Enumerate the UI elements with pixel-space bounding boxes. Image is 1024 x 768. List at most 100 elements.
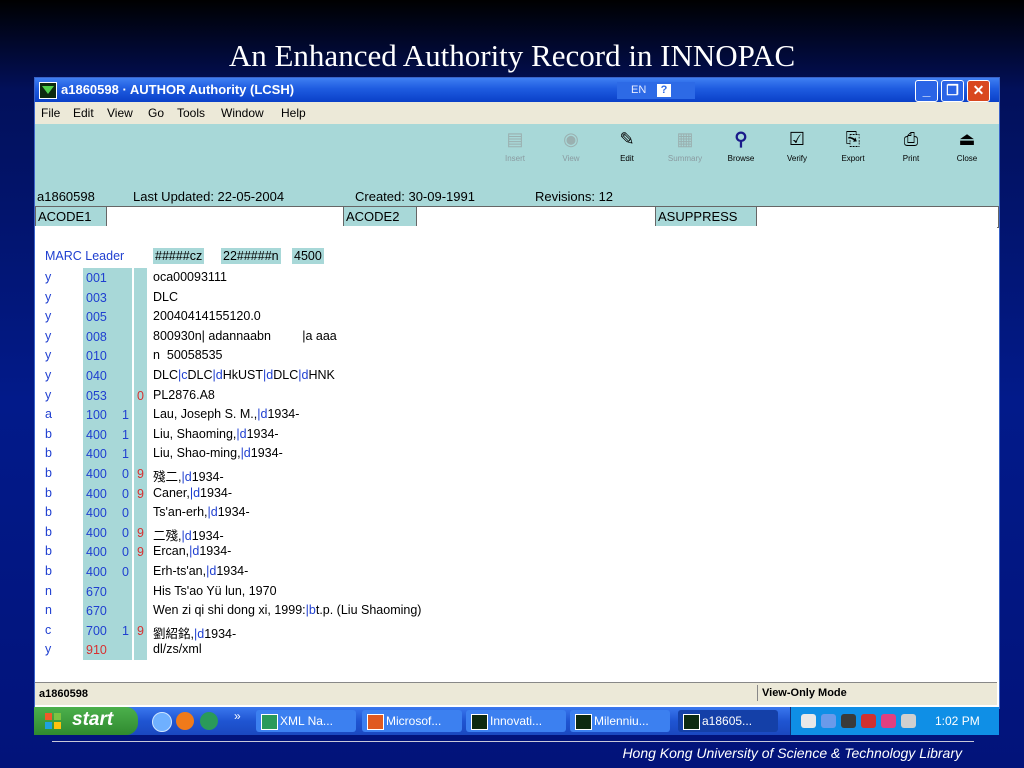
slide-title: An Enhanced Authority Record in INNOPAC bbox=[228, 38, 796, 73]
start-button[interactable]: start bbox=[34, 707, 138, 735]
view-icon: ◉ bbox=[563, 129, 579, 149]
marc-field-row[interactable]: y 001 oca00093111 bbox=[35, 268, 995, 288]
settings-icon[interactable] bbox=[841, 714, 856, 728]
volume-icon[interactable] bbox=[901, 714, 916, 728]
status-mode: View-Only Mode bbox=[757, 685, 998, 701]
field-tag: 053 bbox=[83, 385, 120, 406]
taskbar-task[interactable]: a18605... bbox=[678, 710, 778, 732]
marc-field-row[interactable]: a 100 1 Lau, Joseph S. M.,|d1934- bbox=[35, 405, 995, 425]
menu-edit[interactable]: Edit bbox=[73, 106, 94, 120]
indicator-2: 9 bbox=[134, 464, 147, 484]
minimize-button[interactable]: _ bbox=[915, 80, 938, 102]
indicator-2 bbox=[134, 405, 147, 425]
marc-field-row[interactable]: y 008 800930n| adannaabn |a aaa bbox=[35, 326, 995, 347]
summary-button[interactable]: ▦ Summary bbox=[661, 128, 709, 170]
edit-button[interactable]: ✎ Edit bbox=[603, 128, 651, 170]
browse-button[interactable]: ⚲ Browse bbox=[717, 128, 765, 170]
internet-explorer-icon[interactable] bbox=[152, 712, 172, 732]
help-icon[interactable]: ? bbox=[657, 84, 671, 97]
marc-field-row[interactable]: y 005 20040414155120.0 bbox=[35, 307, 995, 327]
field-data: Ercan,|d1934- bbox=[153, 544, 231, 558]
authority-window: a1860598 · AUTHOR Authority (LCSH) EN ? … bbox=[34, 77, 1000, 709]
status-record-id: a1860598 bbox=[39, 688, 88, 700]
indicator-2 bbox=[134, 366, 147, 386]
clock[interactable]: 1:02 PM bbox=[935, 714, 980, 728]
field-tag: 670 bbox=[83, 581, 120, 602]
export-button[interactable]: ⎘ Export bbox=[829, 128, 877, 170]
maximize-button[interactable]: ❐ bbox=[941, 80, 964, 102]
field-data: DLC bbox=[153, 290, 178, 304]
menu-view[interactable]: View bbox=[107, 106, 133, 120]
indicator-1: 1 bbox=[119, 620, 132, 641]
marc-field-row[interactable]: n 670 His Ts'ao Yü lun, 1970 bbox=[35, 581, 995, 602]
menu-file[interactable]: File bbox=[41, 106, 60, 120]
menu-tools[interactable]: Tools bbox=[177, 106, 205, 120]
field-data: Liu, Shaoming,|d1934- bbox=[153, 427, 279, 441]
marc-field-row[interactable]: b 400 1 Liu, Shaoming,|d1934- bbox=[35, 424, 995, 445]
indicator-1 bbox=[119, 581, 132, 602]
view-button[interactable]: ◉ View bbox=[547, 128, 595, 170]
quicklaunch-overflow-icon[interactable]: » bbox=[234, 709, 241, 723]
field-text: DLC bbox=[153, 289, 179, 304]
field-text: HkUST bbox=[222, 368, 264, 382]
marc-field-row[interactable]: b 400 0 Ts'an-erh,|d1934- bbox=[35, 503, 995, 523]
close-window-button[interactable]: ✕ bbox=[967, 80, 990, 102]
field-data: His Ts'ao Yü lun, 1970 bbox=[153, 584, 277, 598]
menu-window[interactable]: Window bbox=[221, 106, 264, 120]
marc-field-row[interactable]: b 400 0 Erh-ts'an,|d1934- bbox=[35, 562, 995, 582]
field-text: His Ts'ao Yü lun, 1970 bbox=[153, 583, 277, 598]
subfield-delimiter: |d bbox=[257, 407, 268, 422]
mail-icon[interactable] bbox=[801, 714, 816, 728]
marc-field-row[interactable]: y 040 DLC|cDLC|dHkUST|dDLC|dHNK bbox=[35, 366, 995, 386]
marc-field-row[interactable]: b 400 0 9 殘二,|d1934- bbox=[35, 464, 995, 484]
field-text: 1934- bbox=[216, 564, 249, 578]
taskbar-task[interactable]: Innovati... bbox=[466, 710, 566, 732]
field-data: Erh-ts'an,|d1934- bbox=[153, 564, 248, 578]
indicator-1: 0 bbox=[119, 522, 132, 543]
marc-field-row[interactable]: c 700 1 9 劉紹銘,|d1934- bbox=[35, 620, 995, 641]
language-indicator[interactable]: EN ? bbox=[617, 82, 695, 99]
field-data: DLC|cDLC|dHkUST|dDLC|dHNK bbox=[153, 368, 335, 382]
firefox-icon[interactable] bbox=[176, 712, 194, 730]
marc-field-row[interactable]: b 400 0 9 二殘,|d1934- bbox=[35, 522, 995, 543]
acode1-field[interactable] bbox=[107, 207, 344, 227]
marc-field-row[interactable]: n 670 Wen zi qi shi dong xi, 1999:|bt.p. (… bbox=[35, 601, 995, 621]
insert-button[interactable]: ▤ Insert bbox=[491, 128, 539, 170]
camera-icon[interactable] bbox=[861, 714, 876, 728]
marc-field-row[interactable]: y 003 DLC bbox=[35, 287, 995, 308]
menu-help[interactable]: Help bbox=[281, 106, 306, 120]
taskbar-task[interactable]: XML Na... bbox=[256, 710, 356, 732]
marc-field-row[interactable]: b 400 0 9 Caner,|d1934- bbox=[35, 483, 995, 504]
taskbar-task[interactable]: Microsof... bbox=[362, 710, 462, 732]
marc-record: MARC Leader #####cz 22#####n 4500 y 001 oc… bbox=[35, 226, 997, 682]
marc-field-row[interactable]: b 400 1 Liu, Shao-ming,|d1934- bbox=[35, 444, 995, 464]
field-text: 1934- bbox=[204, 626, 237, 641]
indicator-2 bbox=[134, 444, 147, 464]
subfield-delimiter: |d bbox=[181, 528, 192, 543]
verify-button[interactable]: ☑ Verify bbox=[773, 128, 821, 170]
field-data: Ts'an-erh,|d1934- bbox=[153, 505, 250, 519]
indicator-2 bbox=[134, 346, 147, 366]
marc-field-row[interactable]: y 053 0 PL2876.A8 bbox=[35, 385, 995, 406]
close-button[interactable]: ⏏ Close bbox=[943, 128, 991, 170]
field-data: Lau, Joseph S. M.,|d1934- bbox=[153, 407, 299, 421]
indicator-1 bbox=[119, 307, 132, 327]
netscape-icon[interactable] bbox=[200, 712, 218, 730]
acode2-field[interactable] bbox=[417, 207, 656, 227]
marc-field-row[interactable]: b 400 0 9 Ercan,|d1934- bbox=[35, 542, 995, 562]
marc-field-row[interactable]: y 010 n 50058535 bbox=[35, 346, 995, 366]
asuppress-field[interactable] bbox=[757, 207, 997, 227]
taskbar-task[interactable]: Milenniu... bbox=[570, 710, 670, 732]
field-text: Caner, bbox=[153, 485, 190, 500]
field-indicator: b bbox=[45, 485, 52, 500]
network-icon[interactable] bbox=[821, 714, 836, 728]
indicator-1: 0 bbox=[119, 503, 132, 523]
antivirus-icon[interactable] bbox=[881, 714, 896, 728]
menu-go[interactable]: Go bbox=[148, 106, 164, 120]
subfield-delimiter: |d bbox=[207, 505, 218, 520]
indicator-1 bbox=[119, 268, 132, 288]
title-bar[interactable]: a1860598 · AUTHOR Authority (LCSH) EN ? … bbox=[35, 78, 999, 102]
marc-field-row[interactable]: y 910 dl/zs/xml bbox=[35, 640, 995, 660]
last-updated: Last Updated: 22-05-2004 bbox=[133, 189, 285, 204]
print-button[interactable]: ⎙ Print bbox=[887, 128, 935, 170]
